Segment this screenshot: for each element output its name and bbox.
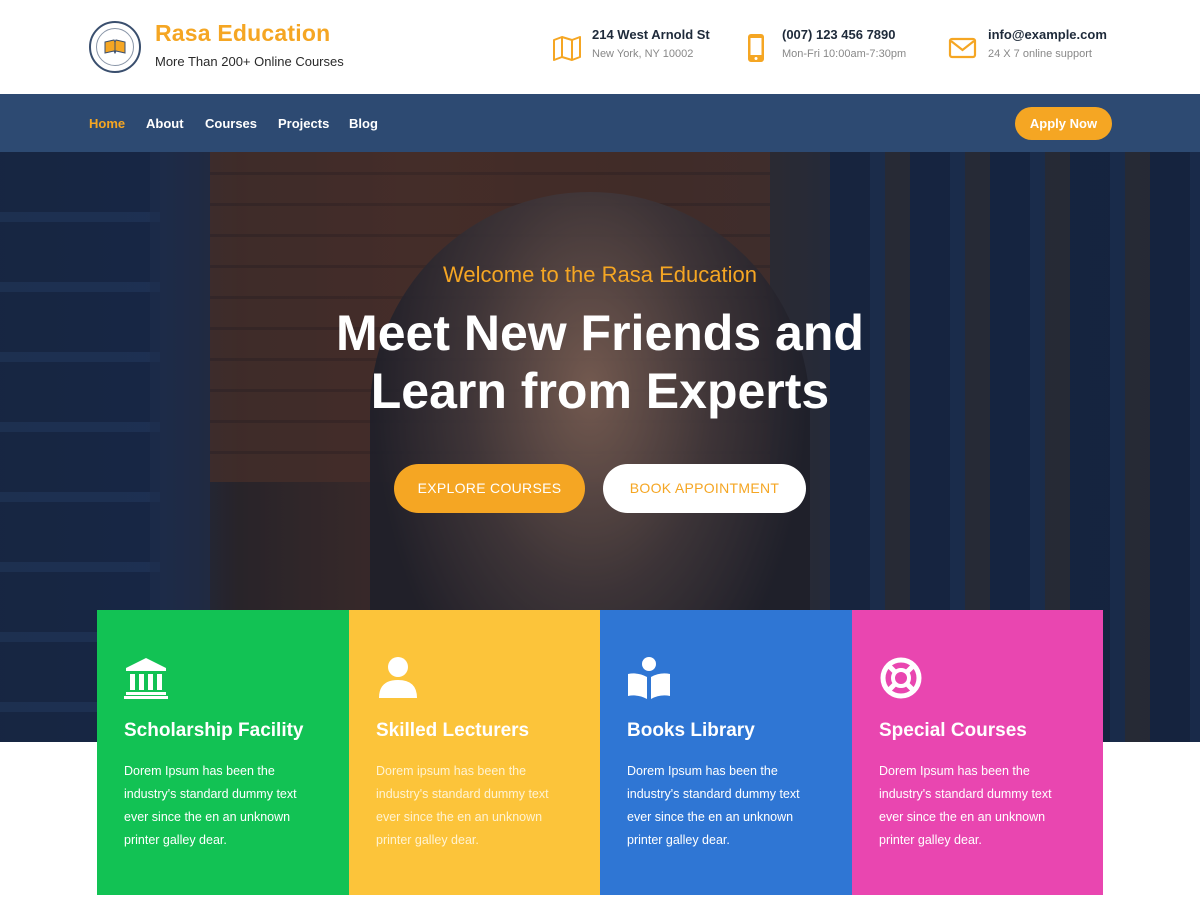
nav-item-projects[interactable]: Projects: [278, 116, 329, 131]
email-support: 24 X 7 online support: [988, 48, 1092, 60]
school-seal-logo[interactable]: [89, 21, 141, 73]
phone-icon: [748, 34, 764, 62]
apply-now-button[interactable]: Apply Now: [1015, 107, 1112, 140]
email-address[interactable]: info@example.com: [988, 27, 1107, 42]
site-header: Rasa Education More Than 200+ Online Cou…: [0, 0, 1200, 94]
institution-icon: [124, 658, 168, 699]
explore-courses-button[interactable]: EXPLORE COURSES: [394, 464, 585, 513]
nav-item-home[interactable]: Home: [89, 116, 125, 131]
feature-card-scholarship[interactable]: Scholarship Facility Dorem Ipsum has bee…: [97, 610, 349, 895]
hero-title-line2: Learn from Experts: [370, 363, 830, 419]
nav-item-about[interactable]: About: [146, 116, 184, 131]
feature-card-lecturers[interactable]: Skilled Lecturers Dorem ipsum has been t…: [349, 610, 601, 895]
feature-title: Skilled Lecturers: [376, 720, 530, 741]
feature-text: Dorem Ipsum has been the industry's stan…: [124, 764, 297, 847]
contact-email: info@example.com 24 X 7 online support: [948, 27, 1128, 67]
feature-card-special-courses[interactable]: Special Courses Dorem Ipsum has been the…: [852, 610, 1103, 895]
logo-book-icon: [104, 39, 126, 55]
hero-kicker: Welcome to the Rasa Education: [443, 262, 757, 287]
feature-text: Dorem Ipsum has been the industry's stan…: [879, 764, 1052, 847]
nav-item-courses[interactable]: Courses: [205, 116, 257, 131]
address-line: 214 West Arnold St: [592, 27, 710, 42]
feature-title: Scholarship Facility: [124, 720, 304, 741]
map-icon: [553, 36, 581, 61]
phone-hours: Mon-Fri 10:00am-7:30pm: [782, 48, 907, 60]
brand-subtitle: More Than 200+ Online Courses: [155, 54, 344, 69]
nav-item-blog[interactable]: Blog: [349, 116, 378, 131]
contact-address: 214 West Arnold St New York, NY 10002: [552, 27, 722, 67]
lifebuoy-icon: [880, 657, 922, 699]
hero-title: Meet New Friends and Learn from Experts: [0, 304, 1200, 420]
phone-number[interactable]: (007) 123 456 7890: [782, 27, 895, 42]
user-icon: [379, 657, 417, 698]
contact-phone: (007) 123 456 7890 Mon-Fri 10:00am-7:30p…: [742, 27, 932, 67]
address-city: New York, NY 10002: [592, 48, 694, 60]
mail-icon: [948, 37, 977, 59]
feature-title: Books Library: [627, 720, 755, 741]
hero-title-line1: Meet New Friends and: [336, 305, 864, 361]
feature-text: Dorem ipsum has been the industry's stan…: [376, 764, 549, 847]
book-appointment-button[interactable]: BOOK APPOINTMENT: [603, 464, 806, 513]
main-navigation: Home About Courses Projects Blog Apply N…: [0, 94, 1200, 152]
brand-title[interactable]: Rasa Education: [155, 20, 330, 47]
feature-title: Special Courses: [879, 720, 1027, 741]
book-reader-icon: [628, 657, 670, 699]
feature-card-library[interactable]: Books Library Dorem Ipsum has been the i…: [600, 610, 852, 895]
feature-text: Dorem Ipsum has been the industry's stan…: [627, 764, 800, 847]
